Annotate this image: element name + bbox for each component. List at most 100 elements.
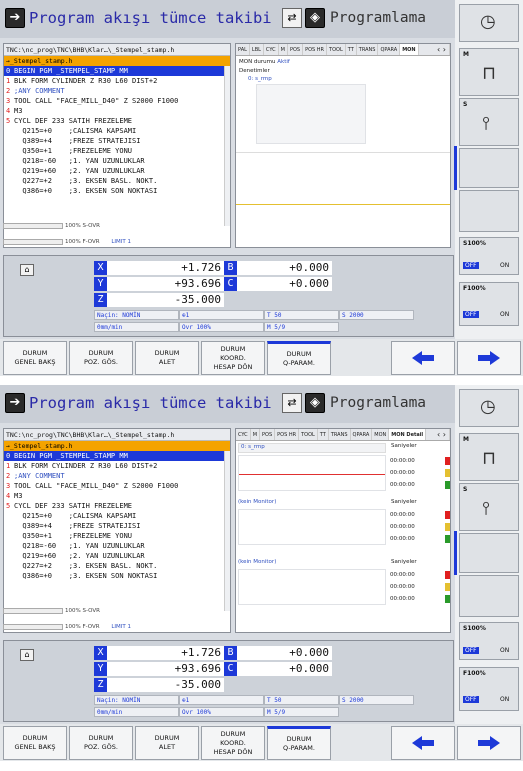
tab[interactable]: PAL	[236, 44, 250, 55]
program-line[interactable]: 1 BLK FORM CYLINDER Z R30 L60 DIST+2	[4, 76, 230, 86]
s-key[interactable]: S ⫯	[459, 483, 519, 531]
program-line[interactable]: 3 TOOL CALL "FACE_MILL_D40" Z S2000 F1000	[4, 96, 230, 106]
m-key[interactable]: M ⊓	[459, 48, 519, 96]
softkey-coord-transform[interactable]: DURUM KOORD. HESAP DÖN	[201, 726, 265, 760]
tab[interactable]: TOOL	[299, 429, 318, 440]
program-line[interactable]: 5 CYCL DEF 233 SATIH FREZELEME	[4, 116, 230, 126]
mode-label[interactable]: Programlama	[330, 10, 426, 26]
tab[interactable]: TRANS	[357, 44, 379, 55]
f100-key[interactable]: F100% OFF ON	[459, 282, 519, 326]
mode-arrow-icon[interactable]: ➔	[5, 8, 25, 28]
tab-nav-arrows[interactable]: ‹ ›	[434, 429, 450, 440]
program-line[interactable]: Q219=+60 ;2. YAN UZUNLUKLAR	[4, 166, 230, 176]
m-key[interactable]: M ⊓	[459, 433, 519, 481]
tab-mon[interactable]: MON	[400, 44, 419, 55]
tab[interactable]: CYC	[264, 44, 279, 55]
s100-key[interactable]: S100% OFF ON	[459, 622, 519, 660]
tab[interactable]: TOOL	[327, 44, 346, 55]
empty-key[interactable]	[459, 575, 519, 617]
mon-item[interactable]: 0: s_rmp	[236, 74, 450, 84]
program-line[interactable]: Q389=+4 ;FREZE STRATEJISI	[4, 136, 230, 146]
monitor-detail-list: 0: s_rmp Saniyeler 00:00:00 00:00:00 00:…	[236, 441, 450, 632]
mode-switch-icon[interactable]: ⇄	[282, 393, 302, 413]
tab[interactable]: TT	[318, 429, 329, 440]
program-line[interactable]: 5 CYCL DEF 233 SATIH FREZELEME	[4, 501, 230, 511]
empty-key[interactable]	[459, 190, 519, 232]
programming-icon[interactable]: ◈	[305, 8, 325, 28]
program-line[interactable]: Q386=+0 ;3. EKSEN SON NOKTASI	[4, 571, 230, 581]
tab[interactable]: QPARA	[351, 429, 373, 440]
program-panel[interactable]: TNC:\nc_prog\TNC\BHB\Klar…\_Stempel_stam…	[3, 428, 231, 633]
softkey-back-arrow-icon[interactable]	[391, 726, 455, 760]
scrollbar[interactable]	[224, 66, 230, 226]
header-bar: ➔ Program akışı tümce takibi ⇄ ◈ Program…	[0, 385, 455, 423]
tab-nav-arrows[interactable]: ‹ ›	[434, 44, 450, 55]
program-line[interactable]: Q389=+4 ;FREZE STRATEJISI	[4, 521, 230, 531]
softkey-q-param[interactable]: DURUM Q-PARAM.	[267, 341, 331, 375]
softkey-pos-display[interactable]: DURUM POZ. GÖS.	[69, 726, 133, 760]
program-line[interactable]: Q350=+1 ;FREZELEME YONU	[4, 146, 230, 156]
mode-arrow-icon[interactable]: ➔	[5, 393, 25, 413]
empty-key[interactable]	[459, 533, 519, 573]
program-file: →_Stempel_stamp.h	[4, 56, 230, 66]
mode-switch-icon[interactable]: ⇄	[282, 8, 302, 28]
program-panel[interactable]: TNC:\nc_prog\TNC\BHB\Klar…\_Stempel_stam…	[3, 43, 231, 248]
tab[interactable]: POS	[288, 44, 304, 55]
programming-icon[interactable]: ◈	[305, 393, 325, 413]
program-line[interactable]: Q219=+60 ;2. YAN UZUNLUKLAR	[4, 551, 230, 561]
program-line[interactable]: Q218=-60 ;1. YAN UZUNLUKLAR	[4, 541, 230, 551]
tab[interactable]: M	[279, 44, 288, 55]
empty-key[interactable]	[459, 148, 519, 188]
tool-icon: ⫯	[482, 498, 490, 519]
clock-key[interactable]: ◷	[459, 389, 519, 427]
program-line[interactable]: Q227=+2 ;3. EKSEN BASL. NOKT.	[4, 176, 230, 186]
program-line[interactable]: 0 BEGIN PGM _STEMPEL_STAMP MM	[4, 66, 230, 76]
tab[interactable]: POS	[260, 429, 276, 440]
softkey-coord-transform[interactable]: DURUM KOORD. HESAP DÖN	[201, 341, 265, 375]
tab-mon-detail[interactable]: MON Detail	[389, 429, 427, 440]
program-line[interactable]: Q386=+0 ;3. EKSEN SON NOKTASI	[4, 186, 230, 196]
program-line[interactable]: 2 ;ANY COMMENT	[4, 86, 230, 96]
program-line[interactable]: 4 M3	[4, 491, 230, 501]
program-line[interactable]: Q215=+0 ;CALISMA KAPSAMI	[4, 511, 230, 521]
tab[interactable]: POS HR	[275, 429, 300, 440]
tab[interactable]: TRANS	[329, 429, 351, 440]
program-line[interactable]: Q215=+0 ;CALISMA KAPSAMI	[4, 126, 230, 136]
s100-key[interactable]: S100% OFF ON	[459, 237, 519, 275]
program-line[interactable]: Q218=-60 ;1. YAN UZUNLUKLAR	[4, 156, 230, 166]
tab[interactable]: MON	[372, 429, 390, 440]
softkey-status-overview[interactable]: DURUM GENEL BAKŞ	[3, 726, 67, 760]
program-line[interactable]: 0 BEGIN PGM _STEMPEL_STAMP MM	[4, 451, 230, 461]
right-sidebar: ◷ M ⊓ S ⫯ S100% OFF ON F100% OFF ON	[455, 0, 523, 376]
f100-key[interactable]: F100% OFF ON	[459, 667, 519, 711]
softkey-forward-arrow-icon[interactable]	[457, 341, 521, 375]
tab[interactable]: POS HR	[303, 44, 328, 55]
tab[interactable]: LBL	[250, 44, 264, 55]
program-line[interactable]: Q350=+1 ;FREZELEME YONU	[4, 531, 230, 541]
softkey-tool[interactable]: DURUM ALET	[135, 726, 199, 760]
mode-label[interactable]: Programlama	[330, 395, 426, 411]
program-line[interactable]: 2 ;ANY COMMENT	[4, 471, 230, 481]
softkey-back-arrow-icon[interactable]	[391, 341, 455, 375]
clock-key[interactable]: ◷	[459, 4, 519, 42]
axis-b-value: +0.000	[237, 261, 332, 275]
seconds-header: Saniyeler	[391, 499, 417, 505]
s-key[interactable]: S ⫯	[459, 98, 519, 146]
softkey-forward-arrow-icon[interactable]	[457, 726, 521, 760]
softkey-tool[interactable]: DURUM ALET	[135, 341, 199, 375]
scrollbar[interactable]	[224, 451, 230, 611]
softkey-q-param[interactable]: DURUM Q-PARAM.	[267, 726, 331, 760]
program-line[interactable]: 4 M3	[4, 106, 230, 116]
softkey-pos-display[interactable]: DURUM POZ. GÖS.	[69, 341, 133, 375]
tab[interactable]: M	[251, 429, 261, 440]
tab[interactable]: TT	[346, 44, 357, 55]
tab[interactable]: CYC	[236, 429, 251, 440]
softkey-status-overview[interactable]: DURUM GENEL BAKŞ	[3, 341, 67, 375]
program-line[interactable]: 1 BLK FORM CYLINDER Z R30 L60 DIST+2	[4, 461, 230, 471]
softkey-bar: DURUM GENEL BAKŞ DURUM POZ. GÖS. DURUM A…	[0, 724, 523, 761]
toggle-icon[interactable]: ⌂	[20, 264, 34, 276]
tab[interactable]: QPARA	[378, 44, 401, 55]
toggle-icon[interactable]: ⌂	[20, 649, 34, 661]
program-line[interactable]: 3 TOOL CALL "FACE_MILL_D40" Z S2000 F1000	[4, 481, 230, 491]
program-line[interactable]: Q227=+2 ;3. EKSEN BASL. NOKT.	[4, 561, 230, 571]
